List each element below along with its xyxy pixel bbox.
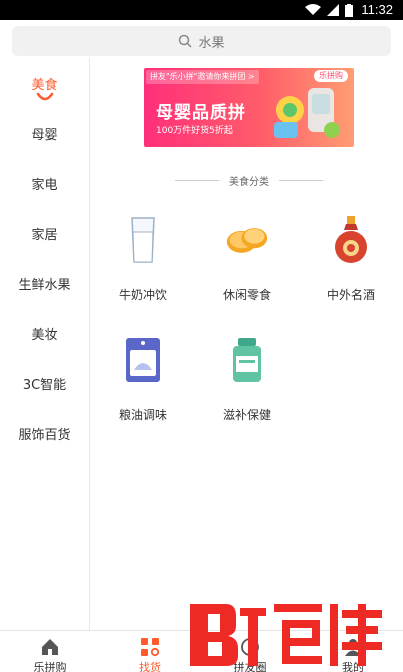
- sidebar-item-label: 美妆: [31, 327, 58, 343]
- liquor-bottle-icon: [335, 216, 367, 263]
- watermark-logo: [190, 604, 382, 666]
- promo-banner[interactable]: 拼友"乐小拼"邀请你来拼团 > 乐拼购 母婴品质拼 100万件好货5折起: [144, 68, 354, 147]
- grid-search-icon: [141, 638, 160, 657]
- baby-products-image: [274, 88, 340, 138]
- category-sidebar: 美食 母婴 家电 家居 生鲜水果 美妆 3C智能 服饰百货: [0, 58, 90, 630]
- status-bar: 11:32: [0, 0, 403, 20]
- tab-zhaohuo[interactable]: 找货: [100, 631, 200, 672]
- sidebar-item-3c[interactable]: 3C智能: [0, 358, 89, 408]
- banner-subtitle: 100万件好货5折起: [156, 126, 233, 136]
- sidebar-item-food[interactable]: 美食: [0, 58, 89, 108]
- supplement-jar-icon: [233, 338, 261, 382]
- section-header: 美食分类: [144, 172, 354, 188]
- sidebar-item-label: 家电: [31, 177, 58, 193]
- tab-label: 找货: [139, 661, 161, 672]
- sidebar-item-label: 母婴: [31, 127, 58, 143]
- section-divider-right: [279, 179, 323, 181]
- wifi-icon: [305, 4, 321, 15]
- home-icon: [42, 639, 58, 655]
- active-smile-icon: [36, 92, 54, 101]
- section-title: 美食分类: [229, 176, 269, 188]
- sidebar-item-baby[interactable]: 母婴: [0, 108, 89, 158]
- sidebar-item-apparel[interactable]: 服饰百货: [0, 408, 89, 458]
- banner-badge: 乐拼购: [314, 70, 348, 82]
- tab-lepingou[interactable]: 乐拼购: [0, 631, 100, 672]
- sidebar-item-label: 服饰百货: [18, 427, 71, 443]
- search-bar[interactable]: 水果: [12, 26, 391, 56]
- sidebar-item-label: 美食: [31, 77, 58, 93]
- milk-glass-icon: [131, 217, 155, 263]
- sidebar-item-appliances[interactable]: 家电: [0, 158, 89, 208]
- battery-icon: [345, 3, 353, 17]
- sidebar-item-label: 3C智能: [22, 377, 67, 393]
- category-label: 滋补保健: [222, 408, 271, 422]
- category-milk[interactable]: 牛奶冲饮: [91, 208, 195, 318]
- sidebar-item-beauty[interactable]: 美妆: [0, 308, 89, 358]
- snack-cookie-icon: [226, 228, 268, 253]
- sidebar-item-label: 生鲜水果: [18, 277, 71, 293]
- signal-icon: [327, 4, 339, 16]
- category-grain-oil[interactable]: 粮油调味: [91, 328, 195, 438]
- category-snacks[interactable]: 休闲零食: [195, 208, 299, 318]
- category-content: 拼友"乐小拼"邀请你来拼团 > 乐拼购 母婴品质拼 100万件好货5折起 美食分…: [91, 58, 403, 630]
- sidebar-item-home[interactable]: 家居: [0, 208, 89, 258]
- category-label: 粮油调味: [118, 408, 167, 422]
- sidebar-item-label: 家居: [31, 227, 58, 243]
- category-label: 中外名酒: [326, 288, 375, 302]
- status-time: 11:32: [361, 2, 393, 17]
- grain-bag-icon: [126, 338, 160, 382]
- banner-title: 母婴品质拼: [156, 103, 246, 123]
- search-area: 水果: [0, 20, 403, 58]
- category-liquor[interactable]: 中外名酒: [299, 208, 403, 318]
- search-placeholder: 水果: [198, 35, 225, 51]
- tab-label: 乐拼购: [33, 661, 67, 672]
- status-icons: [305, 3, 353, 17]
- section-divider-left: [175, 179, 219, 181]
- banner-invite-tag: 拼友"乐小拼"邀请你来拼团 >: [146, 70, 259, 84]
- category-label: 休闲零食: [222, 288, 271, 302]
- category-supplements[interactable]: 滋补保健: [195, 328, 299, 438]
- sidebar-item-fresh-fruit[interactable]: 生鲜水果: [0, 258, 89, 308]
- search-icon: [179, 34, 193, 48]
- category-label: 牛奶冲饮: [118, 288, 167, 302]
